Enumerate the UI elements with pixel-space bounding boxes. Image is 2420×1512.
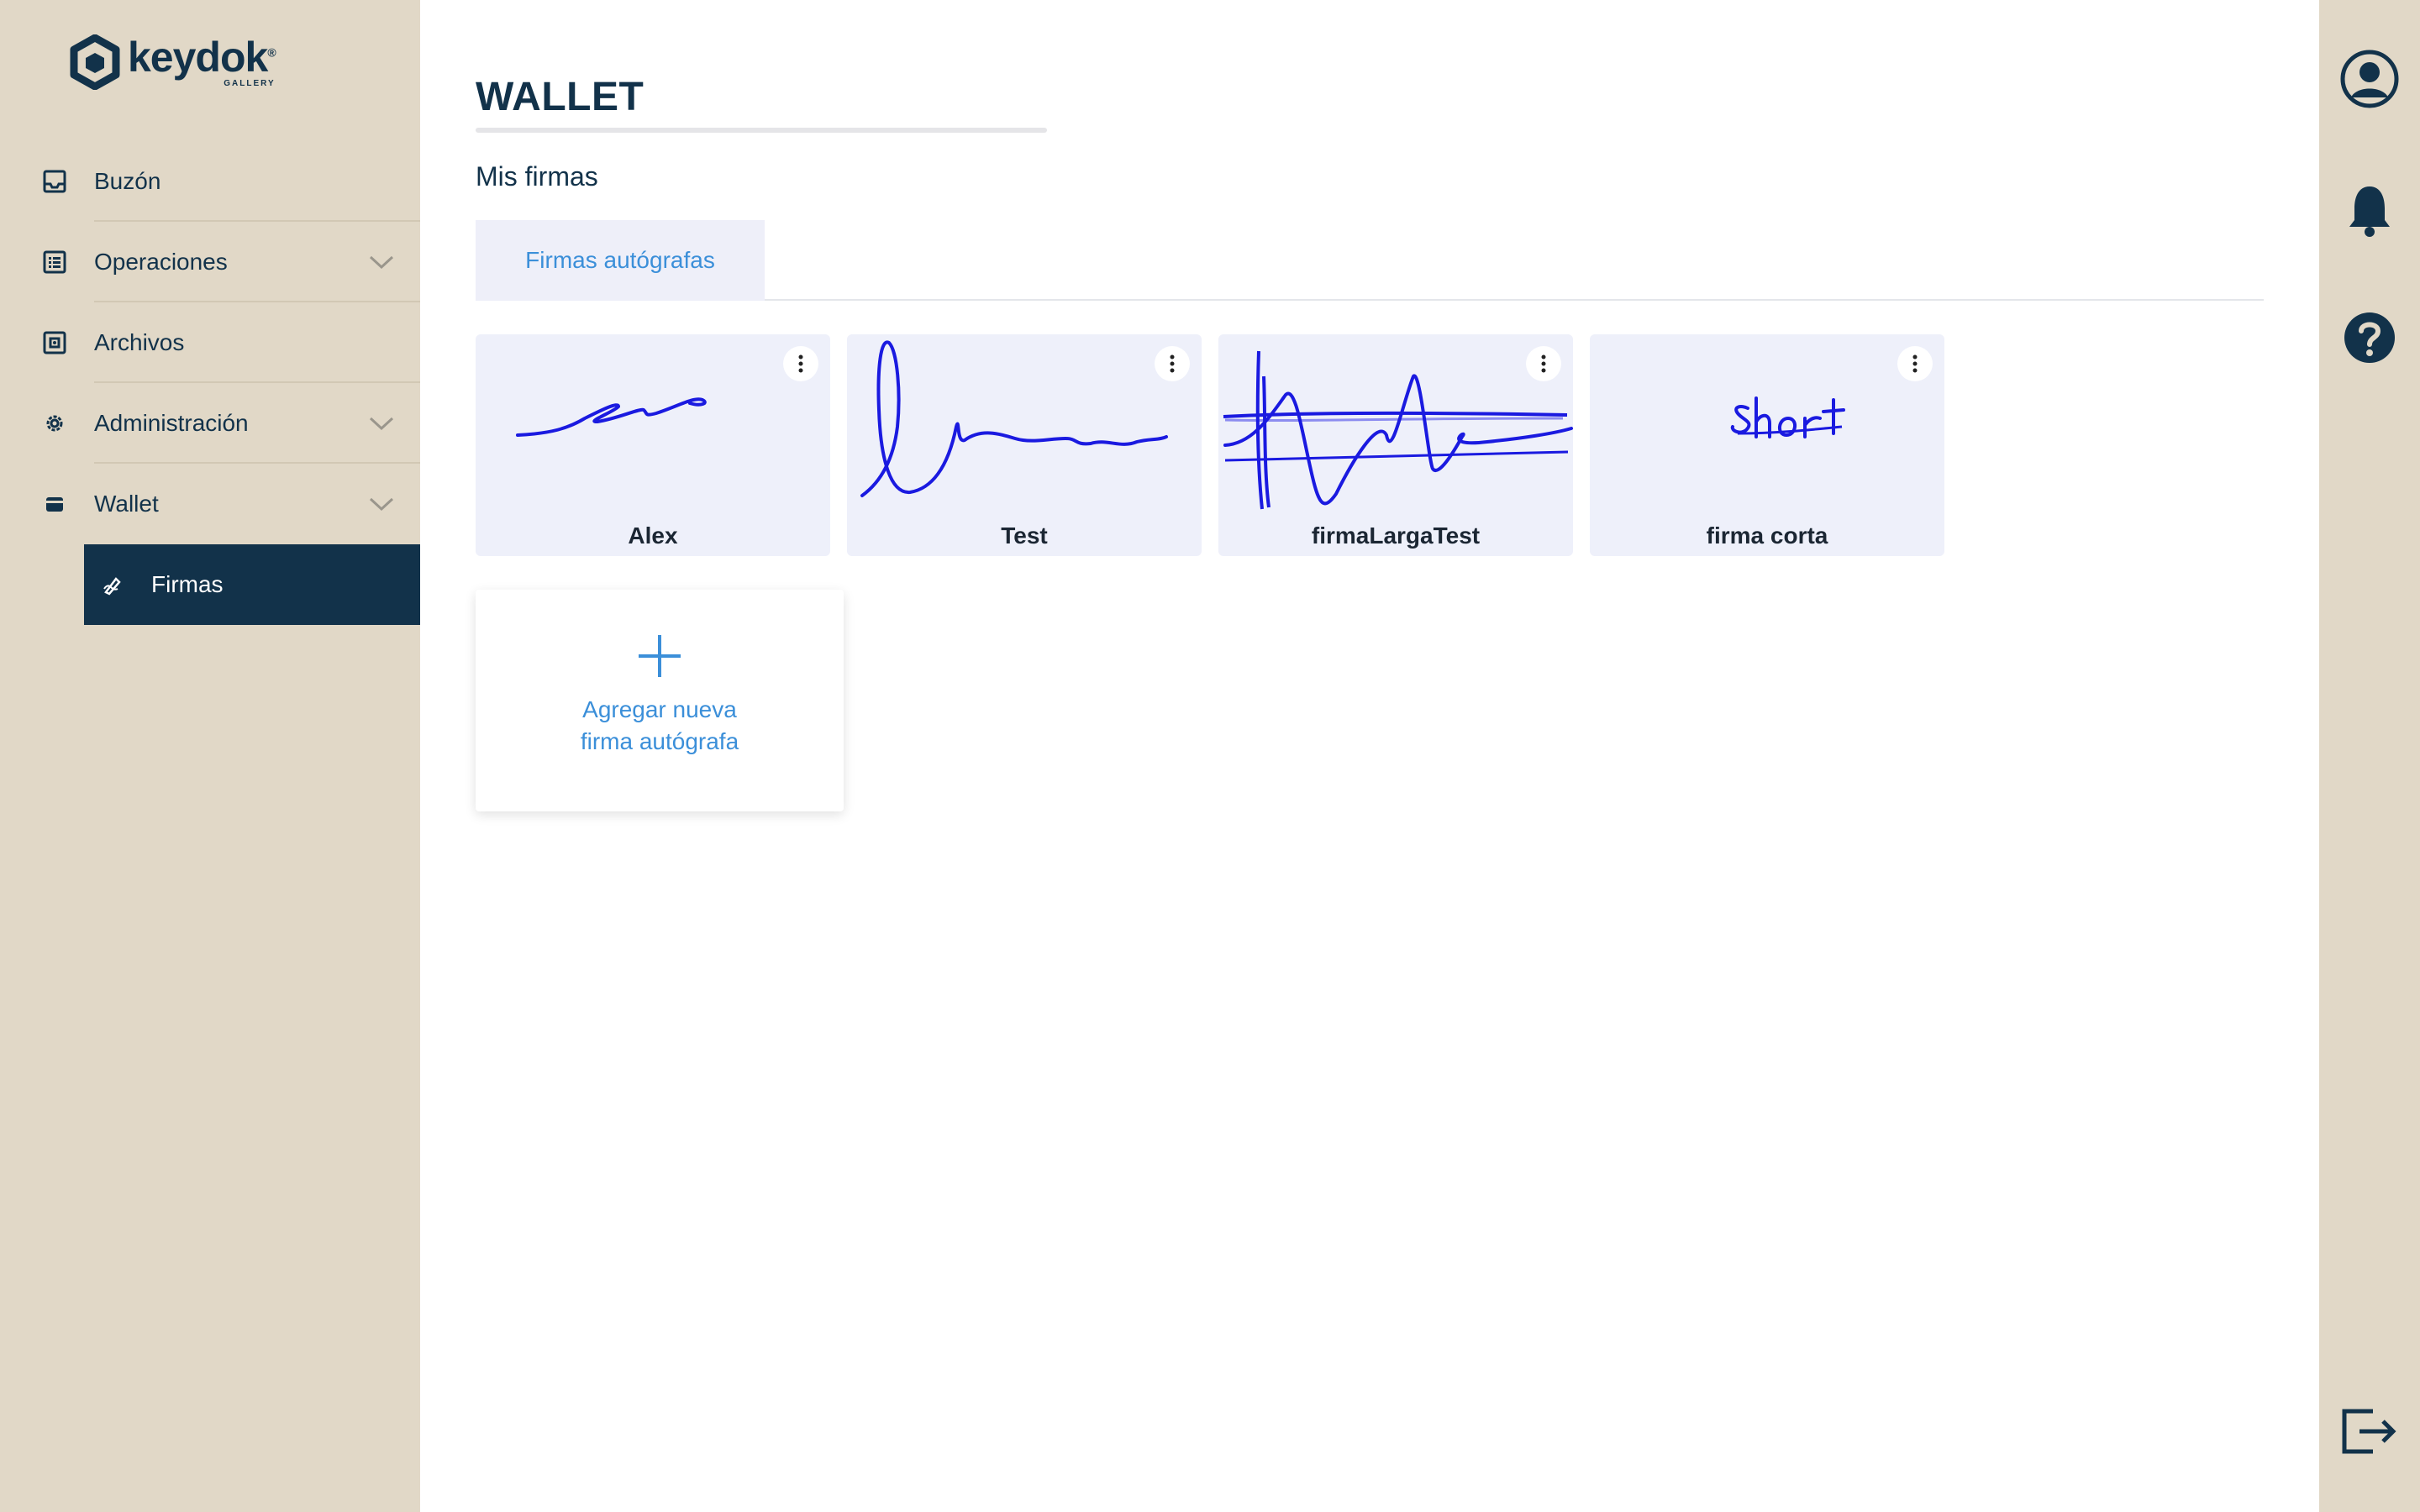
brand-name: keydok bbox=[128, 34, 268, 81]
signature-name: Alex bbox=[628, 522, 678, 549]
wallet-icon bbox=[40, 490, 69, 518]
help-icon bbox=[2344, 312, 2395, 363]
signature-name: Test bbox=[1001, 522, 1048, 549]
sidebar-item-archivos[interactable]: Archivos bbox=[0, 302, 420, 383]
title-underline bbox=[476, 128, 1047, 133]
sidebar-subitem-label: Firmas bbox=[151, 571, 224, 597]
sidebar-item-label: Administración bbox=[94, 410, 249, 436]
signature-card-firmalargatest[interactable]: firmaLargaTest bbox=[1218, 334, 1573, 556]
add-signature-label: Agregar nueva firma autógrafa bbox=[580, 696, 739, 754]
right-rail bbox=[2319, 0, 2420, 1512]
brand-registered-mark: ® bbox=[267, 45, 276, 60]
chevron-down-icon[interactable] bbox=[368, 496, 395, 512]
signature-name: firmaLargaTest bbox=[1311, 522, 1481, 549]
tab-bar: Firmas autógrafas bbox=[476, 220, 2264, 301]
main-content: WALLET Mis firmas Firmas autógrafas Alex bbox=[420, 0, 2319, 1512]
kebab-menu-icon bbox=[1170, 354, 1175, 373]
keydok-logo-icon bbox=[70, 34, 120, 90]
notifications-button[interactable] bbox=[2338, 178, 2402, 242]
plus-icon bbox=[639, 635, 681, 677]
sidebar-subitem-firmas[interactable]: Firmas bbox=[84, 544, 420, 625]
signature-image bbox=[860, 340, 1168, 497]
section-subtitle: Mis firmas bbox=[476, 161, 598, 192]
sidebar-nav: Buzón Operaciones Archivos Administració… bbox=[0, 141, 420, 625]
chevron-down-icon[interactable] bbox=[368, 415, 395, 432]
signature-name: firma corta bbox=[1706, 522, 1828, 549]
archive-icon bbox=[40, 328, 69, 357]
signature-image bbox=[516, 397, 707, 437]
user-icon bbox=[2340, 50, 2399, 108]
signature-card-alex[interactable]: Alex bbox=[476, 334, 830, 556]
add-signature-button[interactable]: Agregar nueva firma autógrafa bbox=[476, 590, 844, 811]
brand-wordmark: keydok® GALLERY bbox=[128, 36, 276, 88]
more-options-button[interactable] bbox=[1155, 346, 1190, 381]
help-button[interactable] bbox=[2338, 306, 2402, 370]
sidebar: keydok® GALLERY Buzón Operaciones Archiv… bbox=[0, 0, 420, 1512]
list-icon bbox=[40, 248, 69, 276]
kebab-menu-icon bbox=[1912, 354, 1918, 373]
sidebar-item-label: Archivos bbox=[94, 329, 185, 355]
sidebar-item-administracion[interactable]: Administración bbox=[0, 383, 420, 464]
kebab-menu-icon bbox=[1541, 354, 1546, 373]
bell-icon bbox=[2349, 186, 2390, 237]
brand-logo[interactable]: keydok® GALLERY bbox=[69, 30, 276, 94]
tab-firmas-autografas[interactable]: Firmas autógrafas bbox=[476, 220, 765, 301]
more-options-button[interactable] bbox=[783, 346, 818, 381]
more-options-button[interactable] bbox=[1897, 346, 1933, 381]
sidebar-item-buzon[interactable]: Buzón bbox=[0, 141, 420, 222]
sidebar-item-wallet[interactable]: Wallet bbox=[0, 464, 420, 544]
user-profile-button[interactable] bbox=[2338, 47, 2402, 111]
signature-image bbox=[1730, 396, 1845, 438]
signature-card-test[interactable]: Test bbox=[847, 334, 1202, 556]
signature-image bbox=[1223, 350, 1573, 510]
signature-card-firma-corta[interactable]: firma corta bbox=[1590, 334, 1944, 556]
signature-icon bbox=[103, 577, 121, 596]
gear-icon bbox=[40, 409, 69, 438]
logout-button[interactable] bbox=[2338, 1399, 2402, 1463]
inbox-icon bbox=[40, 167, 69, 196]
brand-subtitle: GALLERY bbox=[224, 79, 276, 88]
sidebar-item-label: Wallet bbox=[94, 491, 159, 517]
sidebar-item-label: Operaciones bbox=[94, 249, 228, 275]
sidebar-item-label: Buzón bbox=[94, 168, 161, 194]
logout-icon bbox=[2342, 1409, 2396, 1454]
chevron-down-icon[interactable] bbox=[368, 254, 395, 270]
page-title: WALLET bbox=[476, 75, 644, 119]
sidebar-item-operaciones[interactable]: Operaciones bbox=[0, 222, 420, 302]
app-root: keydok® GALLERY Buzón Operaciones Archiv… bbox=[0, 0, 2420, 1512]
more-options-button[interactable] bbox=[1526, 346, 1561, 381]
kebab-menu-icon bbox=[798, 354, 803, 373]
